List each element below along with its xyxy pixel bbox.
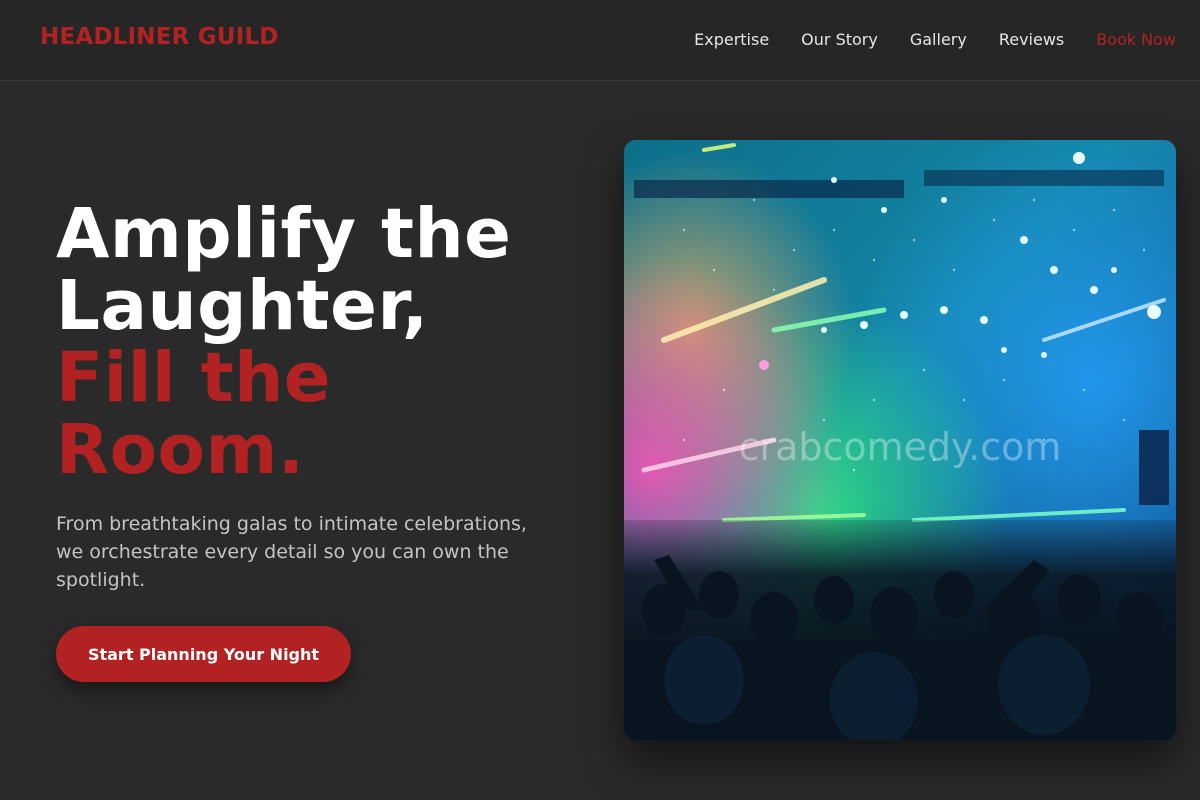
top-navigation-bar: HEADLINER GUILD Expertise Our Story Gall… xyxy=(0,0,1200,81)
start-planning-button[interactable]: Start Planning Your Night xyxy=(56,626,351,682)
main-nav: Expertise Our Story Gallery Reviews Book… xyxy=(694,30,1176,49)
nav-link-reviews[interactable]: Reviews xyxy=(999,30,1064,49)
nav-link-expertise[interactable]: Expertise xyxy=(694,30,769,49)
hero-title-line-1: Amplify the xyxy=(56,194,512,274)
nav-link-gallery[interactable]: Gallery xyxy=(910,30,967,49)
hero-image-concert-crowd: crabcomedy.com xyxy=(624,140,1176,740)
image-watermark: crabcomedy.com xyxy=(738,425,1062,469)
hero-title-line-2: Laughter, xyxy=(56,266,429,346)
hero-subtitle: From breathtaking galas to intimate cele… xyxy=(56,513,527,591)
hero-title-line-3: Fill the xyxy=(56,338,332,418)
brand-logo[interactable]: HEADLINER GUILD xyxy=(40,24,279,50)
hero-title-line-4: Room. xyxy=(56,410,305,490)
nav-link-book-now[interactable]: Book Now xyxy=(1096,30,1176,49)
hero-title: Amplify the Laughter, Fill the Room. xyxy=(56,198,596,486)
nav-link-our-story[interactable]: Our Story xyxy=(801,30,878,49)
